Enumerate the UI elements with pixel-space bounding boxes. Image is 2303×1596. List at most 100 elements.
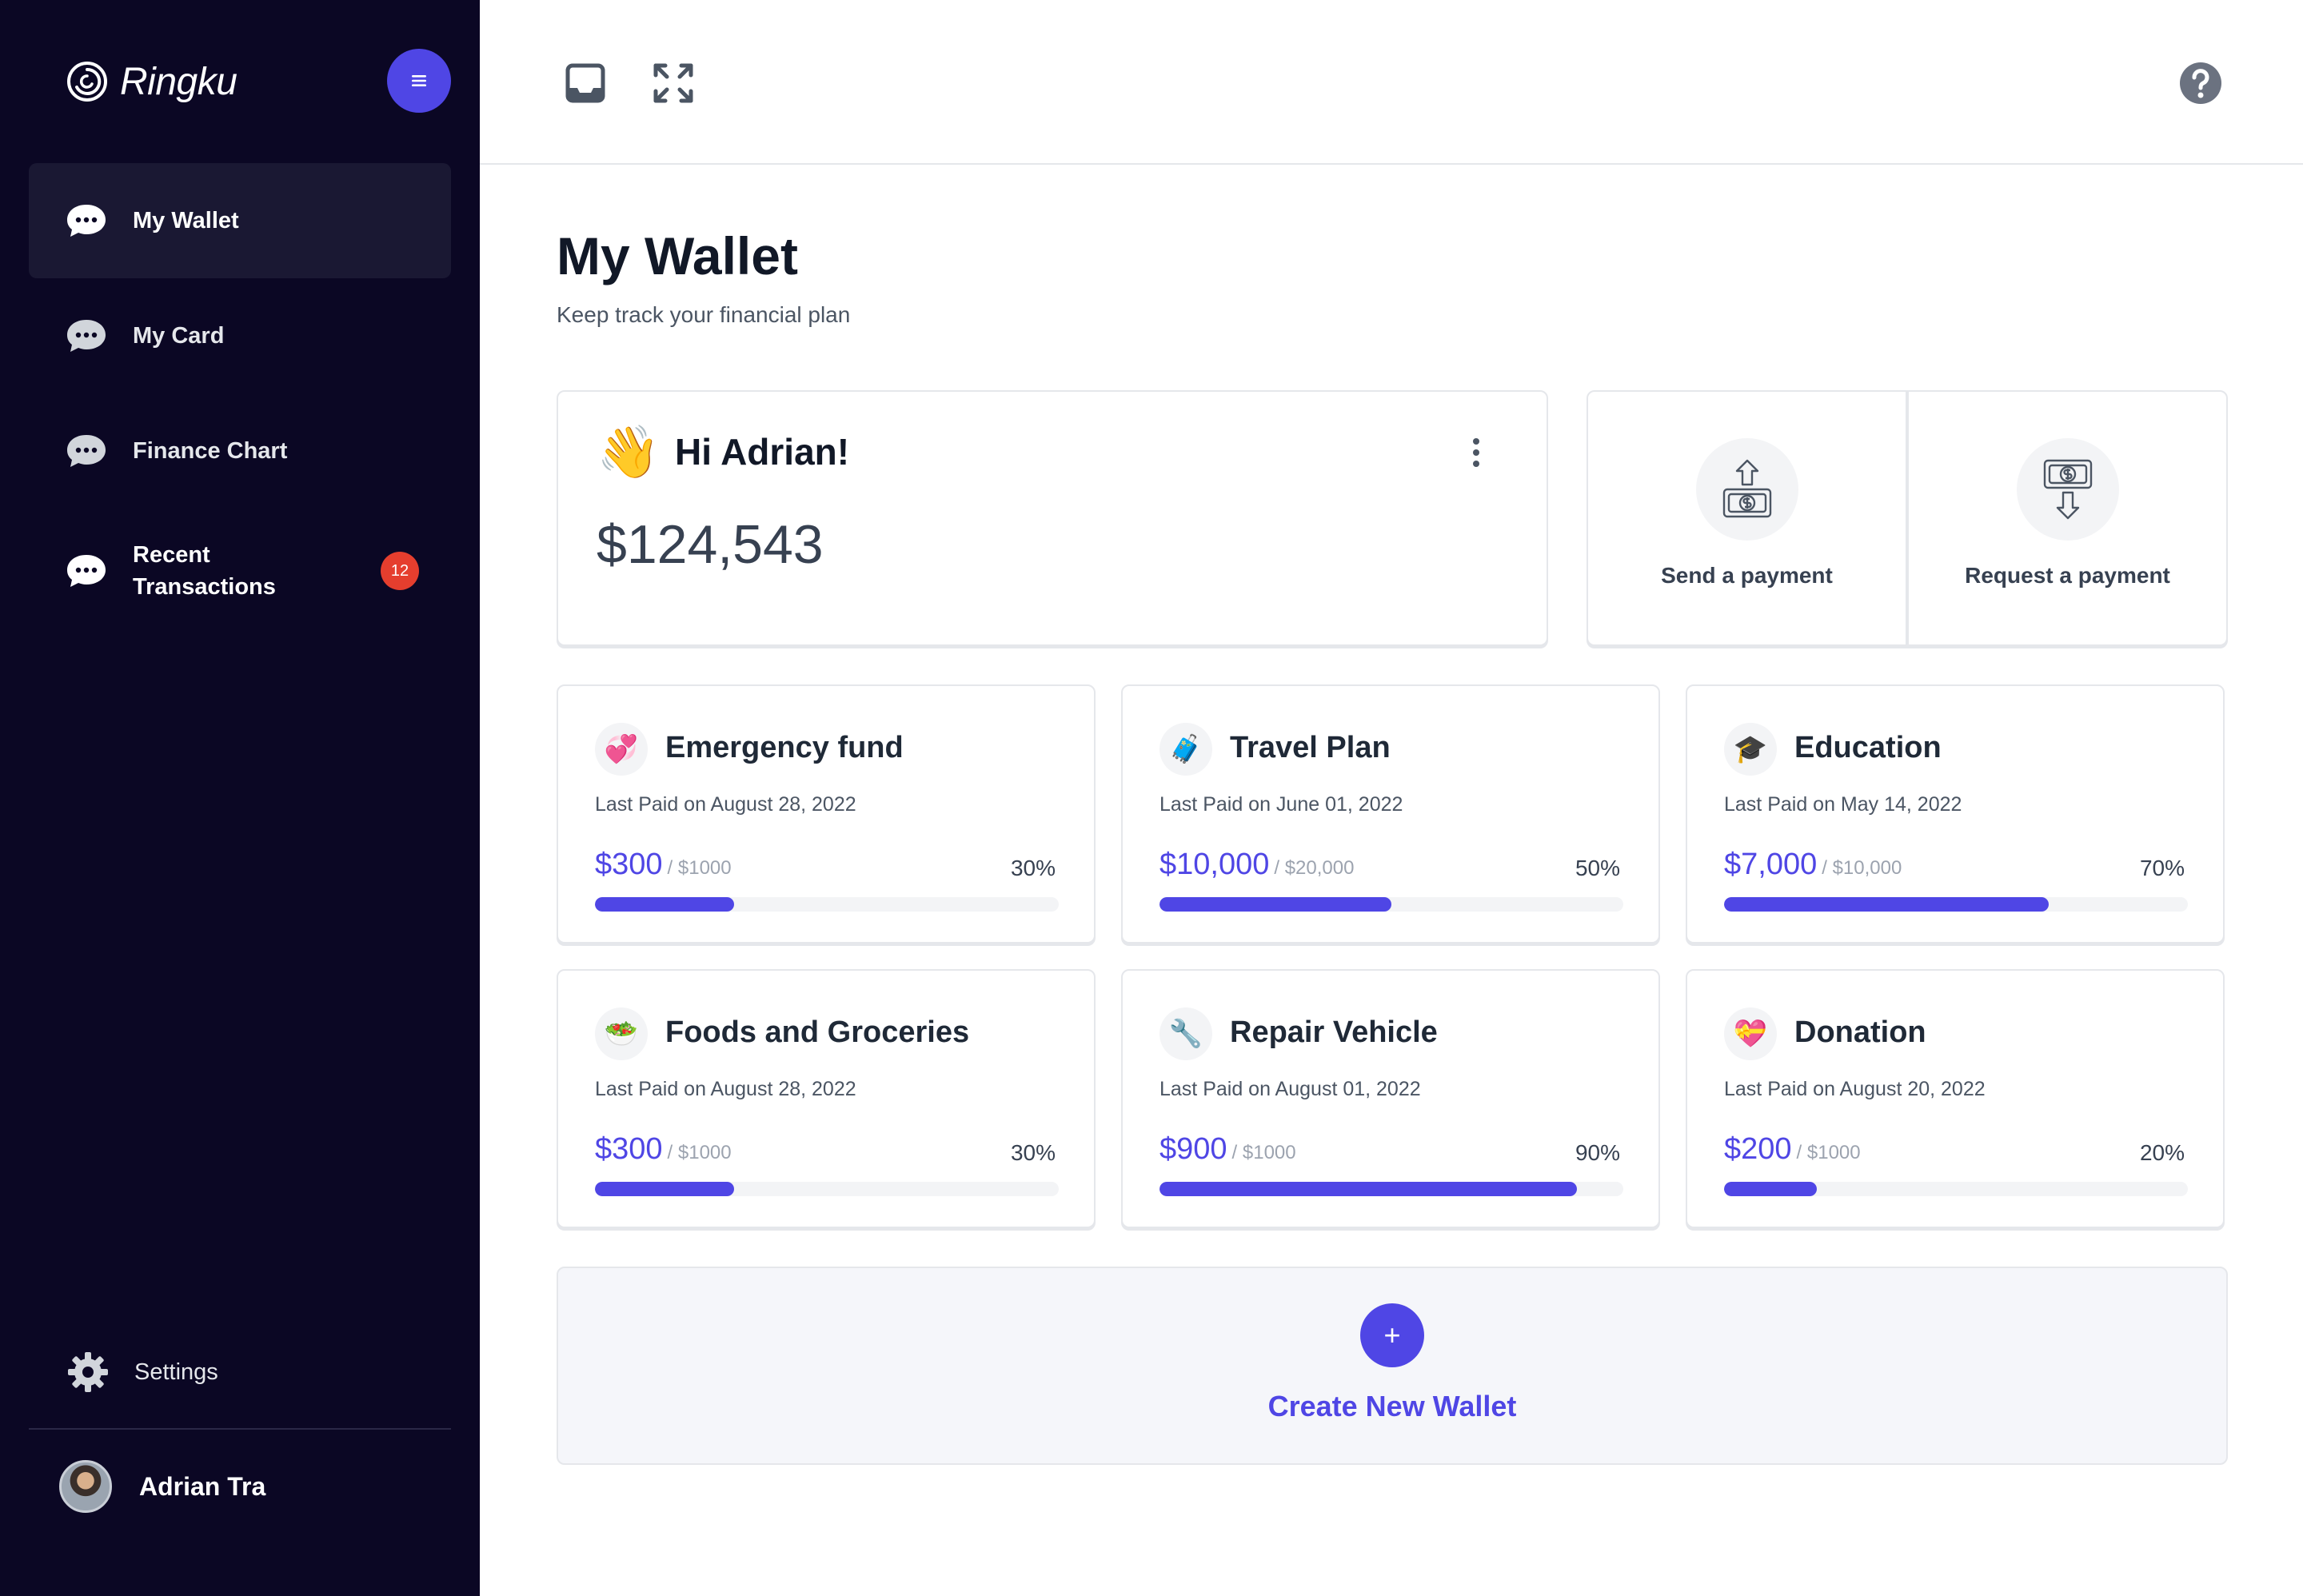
send-payment-icon-wrap <box>1695 438 1798 541</box>
wallet-card-repair-vehicle[interactable]: 🔧 Repair Vehicle Last Paid on August 01,… <box>1121 969 1660 1228</box>
gear-icon <box>68 1352 108 1392</box>
wallet-amount-group: $300/ $1000 <box>595 848 732 882</box>
progress-bar <box>595 897 1059 912</box>
total-balance: $124,543 <box>597 514 824 575</box>
wallet-percent: 70% <box>2139 856 2185 880</box>
progress-bar <box>1724 897 2188 912</box>
progress-bar <box>595 1182 1059 1196</box>
wallet-amount-group: $7,000/ $10,000 <box>1724 848 1902 882</box>
top-bar <box>480 0 2303 165</box>
wallet-last-paid: Last Paid on August 01, 2022 <box>1159 1078 1421 1100</box>
send-payment-button[interactable]: Send a payment <box>1588 392 1906 644</box>
wallet-amount: $200 <box>1724 1132 1792 1166</box>
graduation-cap-icon: 🎓 <box>1724 723 1777 776</box>
wallet-amount: $300 <box>595 1132 663 1166</box>
app-logo[interactable]: Ringku <box>66 56 237 107</box>
progress-fill <box>1159 897 1391 912</box>
wallet-card-education[interactable]: 🎓 Education Last Paid on May 14, 2022 $7… <box>1686 684 2225 944</box>
progress-fill <box>1159 1182 1577 1196</box>
wallet-last-paid: Last Paid on May 14, 2022 <box>1724 793 1962 816</box>
expand-icon[interactable] <box>651 61 696 106</box>
user-profile[interactable]: Adrian Tra <box>59 1460 265 1513</box>
settings-label: Settings <box>134 1359 218 1385</box>
menu-icon <box>412 75 426 86</box>
chat-bubble-icon <box>67 205 106 237</box>
greeting-card: 👋 Hi Adrian! $124,543 <box>557 390 1548 646</box>
progress-fill <box>595 1182 734 1196</box>
sidebar-item-my-wallet[interactable]: My Wallet <box>29 163 451 278</box>
hearts-icon: 💞 <box>595 723 648 776</box>
kebab-dot <box>1473 461 1479 467</box>
wallet-card-travel-plan[interactable]: 🧳 Travel Plan Last Paid on June 01, 2022… <box>1121 684 1660 944</box>
kebab-dot <box>1473 449 1479 456</box>
help-icon[interactable] <box>2178 61 2223 106</box>
kebab-dot <box>1473 438 1479 445</box>
menu-toggle-button[interactable] <box>387 49 451 113</box>
app-name: Ringku <box>120 60 237 103</box>
wallet-title: Emergency fund <box>665 731 904 764</box>
progress-fill <box>1724 1182 1817 1196</box>
sidebar-item-label: Recent Transactions <box>133 539 276 603</box>
wallet-target: / $1000 <box>667 1142 732 1163</box>
request-payment-label: Request a payment <box>1965 563 2170 588</box>
add-wallet-button[interactable]: + <box>1360 1303 1424 1367</box>
wallet-target: / $1000 <box>1231 1142 1296 1163</box>
wallet-target: / $1000 <box>667 857 732 879</box>
sidebar-item-settings[interactable]: Settings <box>66 1350 218 1395</box>
sidebar-item-label: My Wallet <box>133 208 239 233</box>
wallet-card-donation[interactable]: 💝 Donation Last Paid on August 20, 2022 … <box>1686 969 2225 1228</box>
wallet-card-emergency-fund[interactable]: 💞 Emergency fund Last Paid on August 28,… <box>557 684 1096 944</box>
wallet-title: Repair Vehicle <box>1230 1015 1438 1049</box>
wallet-last-paid: Last Paid on August 28, 2022 <box>595 1078 856 1100</box>
create-wallet-card[interactable]: + Create New Wallet <box>557 1267 2228 1465</box>
send-payment-label: Send a payment <box>1661 563 1833 588</box>
wallet-amount: $900 <box>1159 1132 1227 1166</box>
wallet-amount-group: $200/ $1000 <box>1724 1132 1861 1167</box>
wallet-target: / $10,000 <box>1822 857 1902 879</box>
sidebar-divider <box>29 1428 451 1430</box>
chat-bubble-icon <box>67 555 106 587</box>
sidebar-item-recent-transactions[interactable]: Recent Transactions 12 <box>29 513 451 628</box>
send-money-icon <box>1722 459 1771 518</box>
wallet-last-paid: Last Paid on August 20, 2022 <box>1724 1078 1986 1100</box>
progress-fill <box>595 897 734 912</box>
wallet-amount-group: $10,000/ $20,000 <box>1159 848 1354 882</box>
wallet-title: Donation <box>1794 1015 1926 1049</box>
wallet-card-foods-and-groceries[interactable]: 🥗 Foods and Groceries Last Paid on Augus… <box>557 969 1096 1228</box>
wallet-last-paid: Last Paid on June 01, 2022 <box>1159 793 1403 816</box>
sidebar-item-my-card[interactable]: My Card <box>29 278 451 393</box>
sidebar-item-label-line1: Recent <box>133 542 210 568</box>
wallet-percent: 90% <box>1575 1140 1620 1165</box>
page-title: My Wallet <box>557 226 798 285</box>
wallet-amount: $7,000 <box>1724 848 1818 881</box>
more-options-button[interactable] <box>1467 433 1486 472</box>
wallet-title: Education <box>1794 731 1942 764</box>
wallet-title: Foods and Groceries <box>665 1015 970 1049</box>
create-wallet-label[interactable]: Create New Wallet <box>558 1390 2226 1423</box>
sidebar-item-label: My Card <box>133 323 225 349</box>
progress-bar <box>1159 1182 1623 1196</box>
inbox-icon[interactable] <box>563 61 608 106</box>
wallet-percent: 50% <box>1575 856 1620 880</box>
wallet-target: / $1000 <box>1796 1142 1861 1163</box>
wallet-amount-group: $900/ $1000 <box>1159 1132 1296 1167</box>
ringku-logo-icon <box>67 62 107 102</box>
progress-bar <box>1159 897 1623 912</box>
wallet-last-paid: Last Paid on August 28, 2022 <box>595 793 856 816</box>
tools-icon: 🔧 <box>1159 1007 1212 1060</box>
page-subtitle: Keep track your financial plan <box>557 302 851 327</box>
sidebar-item-label-line2: Transactions <box>133 574 276 600</box>
request-money-icon <box>2043 459 2092 520</box>
avatar <box>59 1460 112 1513</box>
sidebar-item-finance-chart[interactable]: Finance Chart <box>29 393 451 509</box>
chat-bubble-icon <box>67 435 106 467</box>
request-payment-button[interactable]: Request a payment <box>1906 392 2226 644</box>
wallet-amount-group: $300/ $1000 <box>595 1132 732 1167</box>
wallet-amount: $10,000 <box>1159 848 1270 881</box>
wallet-target: / $20,000 <box>1274 857 1355 879</box>
waving-hand-icon: 👋 <box>597 423 661 481</box>
wallet-amount: $300 <box>595 848 663 881</box>
greeting-title: Hi Adrian! <box>675 431 850 473</box>
wallet-percent: 30% <box>1010 856 1056 880</box>
request-payment-icon-wrap <box>2016 438 2119 541</box>
